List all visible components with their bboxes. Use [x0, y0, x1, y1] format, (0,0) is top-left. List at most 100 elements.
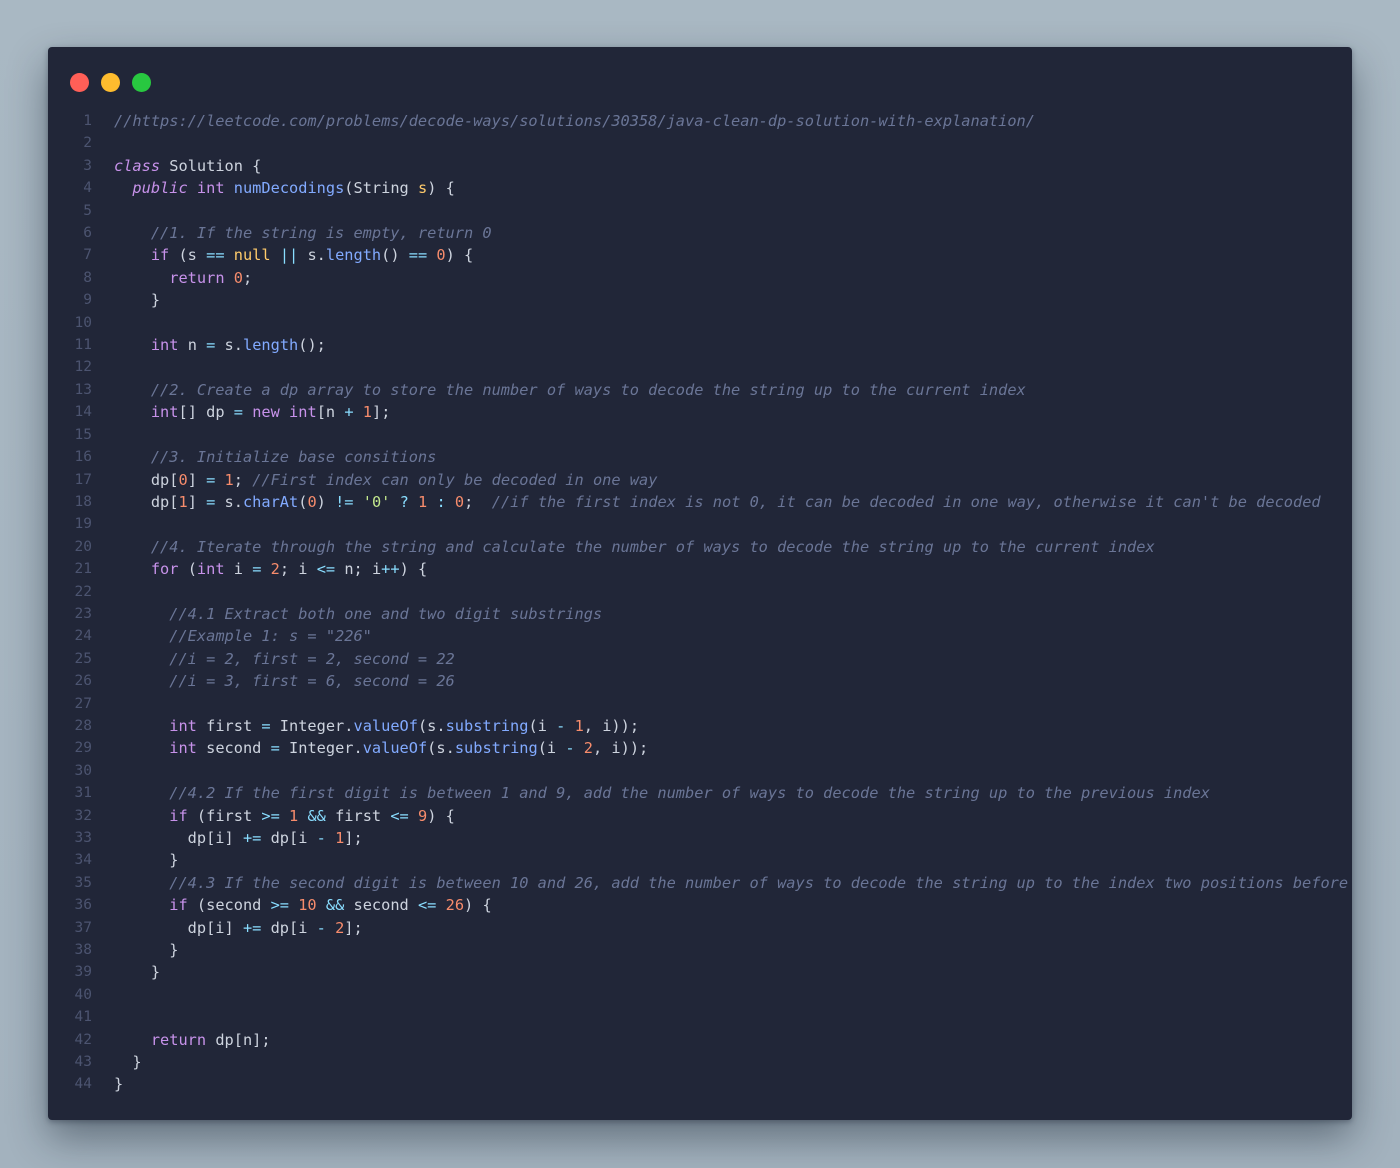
code-text: public int numDecodings(String s) { [114, 177, 454, 199]
code-token: ? [399, 492, 409, 511]
code-token: (i [537, 739, 566, 758]
line-number: 21 [74, 561, 92, 578]
code-window: 1 //https://leetcode.com/problems/decode-… [48, 47, 1352, 1120]
code-line: 30 [48, 760, 1352, 782]
code-token: s [417, 179, 428, 198]
code-token: } [114, 963, 161, 982]
code-line: 26 //i = 3, first = 6, second = 26 [48, 670, 1352, 692]
code-text: //4.2 If the first digit is between 1 an… [114, 782, 1210, 804]
code-token: valueOf [353, 716, 418, 735]
code-token: () [381, 246, 409, 265]
code-line: 19 [48, 513, 1352, 535]
code-token: 26 [445, 896, 465, 915]
code-text: //i = 3, first = 6, second = 26 [114, 670, 455, 692]
code-text: int second = Integer.valueOf(s.substring… [114, 737, 648, 759]
code-token: } [114, 1075, 124, 1094]
line-number: 18 [74, 493, 92, 510]
code-token: = [206, 492, 216, 511]
code-token: //4.2 If the first digit is between 1 an… [169, 784, 1210, 803]
code-token: , i)); [583, 716, 640, 735]
line-number: 30 [74, 762, 92, 779]
code-line: 27 [48, 693, 1352, 715]
code-token: int [150, 403, 179, 422]
code-token: int [289, 403, 317, 422]
code-token: } [114, 941, 179, 960]
code-token: = [233, 403, 243, 422]
code-token: ; [233, 470, 253, 489]
line-number: 37 [74, 919, 92, 936]
code-token: = [206, 336, 216, 355]
code-token: Solution { [160, 156, 262, 175]
line-number: 16 [74, 449, 92, 466]
code-line: 24 //Example 1: s = "226" [48, 625, 1352, 647]
line-number: 31 [74, 785, 92, 802]
code-token: ; i [279, 560, 317, 579]
code-token: ) { [427, 806, 455, 825]
code-token: || [279, 246, 299, 265]
code-token: <= [390, 806, 409, 825]
code-line: 4 public int numDecodings(String s) { [48, 177, 1352, 199]
line-number: 5 [83, 202, 92, 219]
code-token: >= [270, 896, 289, 915]
code-token: dp[i [261, 918, 317, 937]
code-line: 18 dp[1] = s.charAt(0) != '0' ? 1 : 0; /… [48, 491, 1352, 513]
code-line: 35 //4.3 If the second digit is between … [48, 872, 1352, 894]
code-token: += [242, 918, 262, 937]
maximize-dot[interactable] [132, 73, 151, 92]
code-text: if (s == null || s.length() == 0) { [114, 244, 473, 266]
code-token: [] dp [178, 403, 234, 422]
code-token: length [242, 336, 299, 355]
code-token: (first [187, 806, 262, 825]
code-text: } [114, 289, 160, 311]
line-number: 29 [74, 740, 92, 757]
code-token: 0 [436, 246, 446, 265]
line-number: 9 [83, 292, 92, 309]
code-token: //4.1 Extract both one and two digit sub… [169, 604, 603, 623]
code-token: = [270, 739, 280, 758]
code-token: == [408, 246, 428, 265]
line-number: 35 [74, 874, 92, 891]
code-token: 0 [233, 268, 243, 287]
code-token: s. [215, 492, 243, 511]
line-number: 44 [74, 1076, 92, 1093]
code-token: + [344, 403, 354, 422]
code-line: 2 [48, 132, 1352, 154]
minimize-dot[interactable] [101, 73, 120, 92]
code-token: ( [178, 560, 197, 579]
code-text: //3. Initialize base consitions [114, 446, 437, 468]
code-line: 15 [48, 424, 1352, 446]
code-token: s. [215, 336, 243, 355]
code-token: int [169, 739, 197, 758]
code-token: null [233, 246, 271, 265]
line-number: 39 [74, 964, 92, 981]
line-number: 38 [74, 942, 92, 959]
line-number: 6 [83, 225, 92, 242]
code-token: ; [242, 268, 253, 287]
line-number: 36 [74, 897, 92, 914]
code-line: 38 } [48, 939, 1352, 961]
code-text: dp[i] += dp[i - 2]; [114, 917, 363, 939]
code-line: 17 dp[0] = 1; //First index can only be … [48, 469, 1352, 491]
code-line: 33 dp[i] += dp[i - 1]; [48, 827, 1352, 849]
line-number: 17 [74, 471, 92, 488]
line-number: 4 [83, 180, 92, 197]
close-dot[interactable] [70, 73, 89, 92]
code-token: return [150, 1030, 207, 1049]
code-token: <= [417, 896, 437, 915]
